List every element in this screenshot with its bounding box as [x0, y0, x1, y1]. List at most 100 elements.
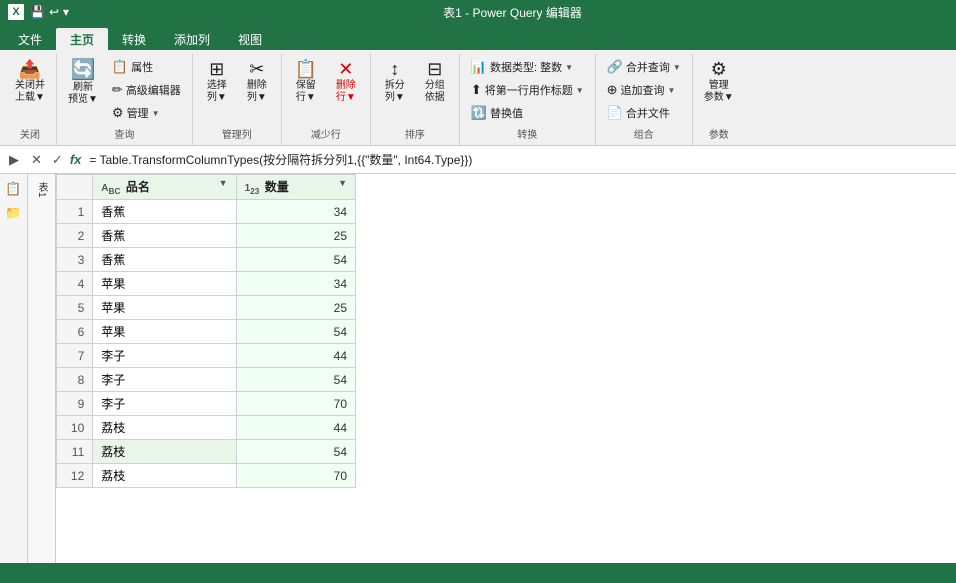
statusbar: [0, 563, 956, 583]
col-name-filter-icon[interactable]: ▼: [219, 178, 228, 188]
delete-rows-label: 删除行▼: [336, 80, 356, 104]
quick-access-dropdown-icon[interactable]: ▾: [63, 5, 69, 19]
cell-rownum: 4: [57, 272, 93, 296]
use-first-row-icon: ⬆: [471, 82, 482, 98]
manage-params-label: 管理参数▼: [704, 80, 734, 104]
table-row: 5 苹果 25: [57, 296, 356, 320]
delete-cols-button[interactable]: ✂ 删除列▼: [239, 56, 275, 108]
delete-cols-icon: ✂: [249, 60, 264, 78]
delete-cols-label: 删除列▼: [247, 80, 267, 104]
use-first-row-label: 将第一行用作标题: [485, 82, 573, 98]
close-upload-button[interactable]: 📤 关闭并上载▼: [10, 56, 50, 108]
quick-access-toolbar: 💾 ↩ ▾: [30, 5, 69, 19]
query-item-table1[interactable]: 表1: [32, 178, 51, 202]
combine-files-label: 合并文件: [626, 105, 670, 121]
merge-query-button[interactable]: 🔗 合并查询 ▼: [602, 56, 686, 78]
col-header-qty[interactable]: 123 数量 ▼: [236, 175, 355, 200]
group-transform-label: 转换: [517, 126, 537, 143]
cell-rownum: 11: [57, 440, 93, 464]
group-by-button[interactable]: ⊟ 分组依据: [417, 56, 453, 108]
tab-file[interactable]: 文件: [4, 28, 56, 50]
properties-icon: 📋: [112, 59, 128, 75]
table-row: 1 香蕉 34: [57, 200, 356, 224]
select-cols-label: 选择列▼: [207, 80, 227, 104]
table-row: 3 香蕉 54: [57, 248, 356, 272]
advanced-editor-button[interactable]: ✏ 高级编辑器: [107, 79, 186, 101]
split-col-button[interactable]: ↕ 拆分列▼: [377, 56, 413, 108]
col-header-rownum: [57, 175, 93, 200]
combine-files-icon: 📄: [607, 105, 623, 121]
refresh-preview-button[interactable]: 🔄 刷新预览▼: [63, 56, 103, 110]
ribbon-group-query: 🔄 刷新预览▼ 📋 属性 ✏ 高级编辑器 ⚙ 管理 ▼ 查询: [57, 54, 193, 145]
ribbon: 📤 关闭并上载▼ 关闭 🔄 刷新预览▼ 📋 属性 ✏ 高级编辑器: [0, 50, 956, 146]
cell-qty: 44: [236, 416, 355, 440]
group-combine-label: 组合: [634, 126, 654, 143]
formula-input[interactable]: [89, 153, 952, 167]
cell-qty: 54: [236, 440, 355, 464]
tab-add-column[interactable]: 添加列: [160, 28, 224, 50]
replace-value-button[interactable]: 🔃 替换值: [466, 102, 589, 124]
table-row: 7 李子 44: [57, 344, 356, 368]
advanced-editor-label: 高级编辑器: [126, 82, 181, 98]
group-reduce-rows-label: 减少行: [311, 126, 341, 143]
group-by-icon: ⊟: [427, 60, 442, 78]
cell-name: 李子: [93, 344, 236, 368]
transform-small-group: 📊 数据类型: 整数 ▼ ⬆ 将第一行用作标题 ▼ 🔃 替换值: [466, 56, 589, 124]
keep-rows-button[interactable]: 📋 保留行▼: [288, 56, 324, 108]
cell-name: 香蕉: [93, 248, 236, 272]
append-query-button[interactable]: ⊕ 追加查询 ▼: [602, 79, 686, 101]
group-query-label: 查询: [114, 126, 134, 143]
select-cols-button[interactable]: ⊞ 选择列▼: [199, 56, 235, 108]
cell-name: 苹果: [93, 296, 236, 320]
sidebar-steps-icon[interactable]: 📁: [3, 202, 25, 224]
merge-query-icon: 🔗: [607, 59, 623, 75]
cell-qty: 34: [236, 200, 355, 224]
formula-cancel-icon[interactable]: ✕: [28, 151, 45, 169]
manage-params-button[interactable]: ⚙ 管理参数▼: [699, 56, 739, 108]
cell-rownum: 8: [57, 368, 93, 392]
ribbon-group-manage-cols: ⊞ 选择列▼ ✂ 删除列▼ 管理列: [193, 54, 282, 145]
col-header-name[interactable]: ABC 品名 ▼: [93, 175, 236, 200]
table-row: 2 香蕉 25: [57, 224, 356, 248]
sidebar-query-icon[interactable]: 📋: [3, 178, 25, 200]
col-type-text-icon: ABC: [101, 183, 120, 194]
formula-confirm-icon[interactable]: ✓: [49, 151, 66, 169]
tab-home[interactable]: 主页: [56, 28, 108, 50]
data-type-button[interactable]: 📊 数据类型: 整数 ▼: [466, 56, 589, 78]
refresh-label: 刷新预览▼: [68, 82, 98, 106]
properties-button[interactable]: 📋 属性: [107, 56, 186, 78]
close-upload-icon: 📤: [19, 60, 41, 78]
undo-icon[interactable]: ↩: [49, 5, 59, 19]
append-query-label: 追加查询: [621, 82, 665, 98]
formula-bar: ▶ ✕ ✓ fx: [0, 146, 956, 174]
combine-files-button[interactable]: 📄 合并文件: [602, 102, 686, 124]
advanced-editor-icon: ✏: [112, 82, 123, 98]
table-row: 11 荔枝 54: [57, 440, 356, 464]
replace-value-icon: 🔃: [471, 105, 487, 121]
use-first-row-button[interactable]: ⬆ 将第一行用作标题 ▼: [466, 79, 589, 101]
append-query-dropdown-icon: ▼: [668, 86, 676, 95]
ribbon-group-combine: 🔗 合并查询 ▼ ⊕ 追加查询 ▼ 📄 合并文件 组合: [596, 54, 693, 145]
cell-name: 李子: [93, 392, 236, 416]
col-qty-filter-icon[interactable]: ▼: [338, 178, 347, 188]
ribbon-group-close: 📤 关闭并上载▼ 关闭: [4, 54, 57, 145]
tab-view[interactable]: 视图: [224, 28, 276, 50]
close-upload-label: 关闭并上载▼: [15, 80, 45, 104]
cell-rownum: 10: [57, 416, 93, 440]
data-grid-container[interactable]: ABC 品名 ▼ 123 数量 ▼ 1 香蕉 34 2 香蕉 25 3 香蕉: [56, 174, 956, 563]
select-cols-icon: ⊞: [209, 60, 224, 78]
keep-rows-label: 保留行▼: [296, 80, 316, 104]
save-icon[interactable]: 💾: [30, 5, 45, 19]
ribbon-tabs: 文件 主页 转换 添加列 视图: [0, 24, 956, 50]
cell-rownum: 3: [57, 248, 93, 272]
properties-label: 属性: [131, 59, 153, 75]
table-row: 10 荔枝 44: [57, 416, 356, 440]
combine-small-group: 🔗 合并查询 ▼ ⊕ 追加查询 ▼ 📄 合并文件: [602, 56, 686, 124]
tab-transform[interactable]: 转换: [108, 28, 160, 50]
sidebar-toggle-button[interactable]: ▶: [4, 150, 24, 170]
cell-rownum: 2: [57, 224, 93, 248]
merge-query-dropdown-icon: ▼: [673, 63, 681, 72]
delete-rows-button[interactable]: ✕ 删除行▼: [328, 56, 364, 108]
manage-button[interactable]: ⚙ 管理 ▼: [107, 102, 186, 124]
data-type-label: 数据类型: 整数: [490, 59, 562, 75]
